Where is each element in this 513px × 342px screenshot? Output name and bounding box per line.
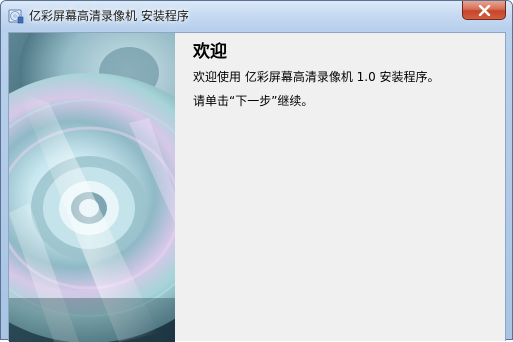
welcome-content: 欢迎 欢迎使用 亿彩屏幕高清录像机 1.0 安装程序。 请单击“下一步”继续。 — [193, 41, 493, 109]
window-title: 亿彩屏幕高清录像机 安装程序 — [29, 9, 189, 23]
installer-cd-icon — [8, 8, 24, 24]
title-bar[interactable]: 亿彩屏幕高清录像机 安装程序 — [1, 1, 512, 31]
welcome-message: 欢迎使用 亿彩屏幕高清录像机 1.0 安装程序。 — [193, 70, 440, 84]
wizard-page: 欢迎 欢迎使用 亿彩屏幕高清录像机 1.0 安装程序。 请单击“下一步”继续。 — [8, 32, 506, 342]
installer-window: 亿彩屏幕高清录像机 安装程序 欢迎 欢迎使用 亿彩屏幕高清录像机 1.0 安装程… — [0, 0, 513, 342]
instruction-message: 请单击“下一步”继续。 — [193, 94, 314, 108]
close-icon — [478, 5, 491, 16]
cd-disc-artwork — [9, 33, 175, 342]
close-button[interactable] — [462, 1, 506, 20]
page-title: 欢迎 — [193, 42, 227, 62]
